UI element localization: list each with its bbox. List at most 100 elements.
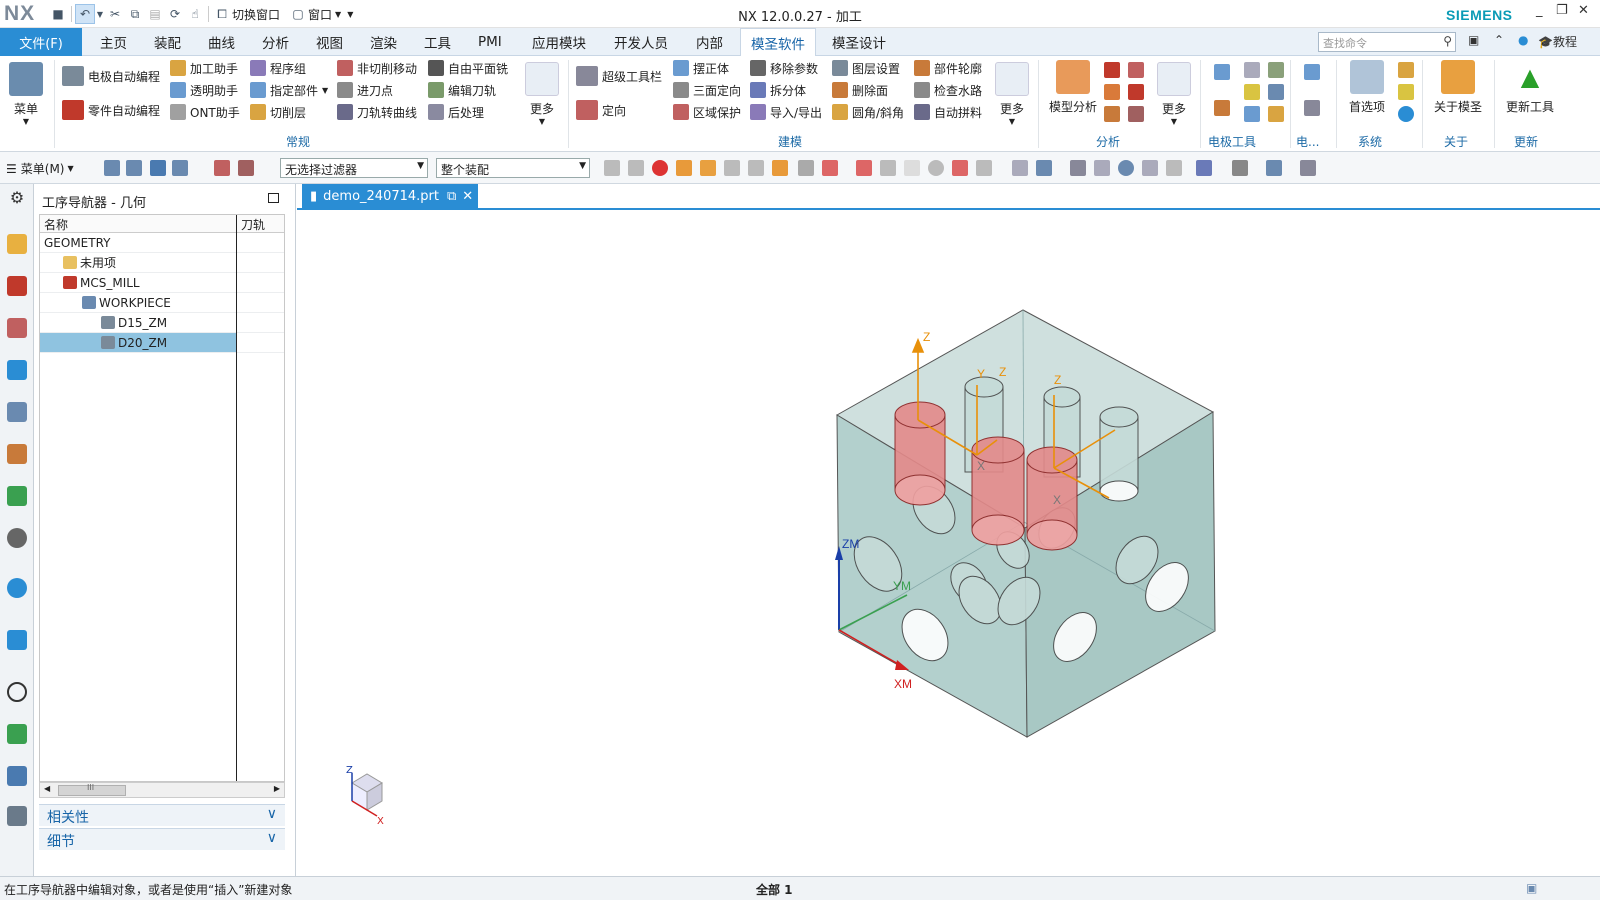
model-view[interactable]: Z Z Z Y X X ZM YM XM Z X [297,210,1600,878]
electrode-tool-icon[interactable] [1268,62,1284,78]
web-browser-icon[interactable] [7,578,27,598]
table-row[interactable]: 未用项 [40,253,284,273]
region-protect-button[interactable]: 区域保护 [673,102,741,122]
tab-mosheng-design[interactable]: 模圣设计 [832,28,886,56]
non-cutting-moves-button[interactable]: 非切削移动 [337,58,417,78]
rotate-icon[interactable] [1118,160,1134,176]
view-tool-icon[interactable] [1012,160,1028,176]
clock-icon[interactable] [7,682,27,702]
column-header-toolpath[interactable]: 刀轨 [237,215,284,233]
import-export-button[interactable]: 导入/导出 [750,102,822,122]
roles-icon[interactable] [7,766,27,786]
snap-icon[interactable] [604,160,620,176]
program-group-button[interactable]: 程序组 [250,58,306,78]
hd3d-tools-icon[interactable] [7,528,27,548]
snap-icon[interactable] [772,160,788,176]
model-analysis-button[interactable]: 模型分析 [1044,60,1102,115]
electrode-auto-program-button[interactable]: 电极自动编程 [62,66,160,86]
reuse-library-icon[interactable] [7,486,27,506]
undock-icon[interactable]: ⧉ [447,189,456,204]
transparent-assistant-button[interactable]: 透明助手 [170,80,238,100]
tab-curve[interactable]: 曲线 [208,28,235,56]
snap-icon[interactable] [904,160,920,176]
straighten-body-button[interactable]: 摆正体 [673,58,729,78]
snap-icon[interactable] [822,160,838,176]
selection-tool-icon[interactable] [238,160,254,176]
analysis-tool-icon[interactable] [1128,106,1144,122]
tab-tools[interactable]: 工具 [424,28,451,56]
snap-icon[interactable] [798,160,814,176]
table-row[interactable]: D20_ZM [40,333,284,353]
constraint-navigator-icon[interactable] [7,276,27,296]
tab-mosheng-software[interactable]: 模圣软件 [740,28,816,57]
check-waterline-button[interactable]: 检查水路 [914,80,982,100]
document-tab[interactable]: ▮ demo_240714.prt ⧉ ✕ [302,184,478,208]
machine-tool-navigator-icon[interactable] [7,402,27,422]
snap-icon[interactable] [700,160,716,176]
view-tool-icon[interactable] [1196,160,1212,176]
stop-icon[interactable] [652,160,668,176]
tab-analysis[interactable]: 分析 [262,28,289,56]
analysis-tool-icon[interactable] [1128,62,1144,78]
view-tool-icon[interactable] [1166,160,1182,176]
machining-feature-navigator-icon[interactable] [7,444,27,464]
part-navigator-icon[interactable] [7,318,27,338]
view-tool-icon[interactable] [1232,160,1248,176]
system-tool-icon[interactable] [1398,62,1414,78]
analysis-tool-icon[interactable] [1104,106,1120,122]
assembly-navigator-icon[interactable] [7,234,27,254]
settings-gear-icon[interactable]: ⚙ [7,188,27,208]
selection-tool-icon[interactable] [172,160,188,176]
electrode-tool-icon[interactable] [1214,100,1230,116]
system-scene-icon[interactable] [7,806,27,826]
snap-icon[interactable] [976,160,992,176]
machining-assistant-button[interactable]: 加工助手 [170,58,238,78]
auto-stock-button[interactable]: 自动拼料 [914,102,982,122]
tutorial-button[interactable]: 🎓教程 [1538,33,1577,50]
view-tool-icon[interactable] [1036,160,1052,176]
electrode-tool-icon[interactable] [1304,64,1320,80]
graphics-window[interactable]: Z Z Z Y X X ZM YM XM Z X [297,208,1600,876]
operation-navigator-icon[interactable] [7,360,27,380]
fillet-chamfer-button[interactable]: 圆角/斜角 [832,102,904,122]
column-header-name[interactable]: 名称 [40,215,236,233]
details-panel[interactable]: 细节 ∨ [39,828,285,850]
help-icon[interactable] [1398,106,1414,122]
snap-icon[interactable] [628,160,644,176]
general-more-button[interactable]: 更多 ▼ [522,62,562,126]
tab-developer[interactable]: 开发人员 [614,28,668,56]
file-menu[interactable]: 文件(F) [0,28,82,56]
snap-icon[interactable] [928,160,944,176]
chevron-down-icon[interactable]: ∨ [267,830,277,846]
scroll-left-icon[interactable]: ◀ [44,784,50,793]
layer-settings-button[interactable]: 图层设置 [832,58,900,78]
close-icon[interactable]: ✕ [1578,3,1589,18]
analysis-tool-icon[interactable] [1104,84,1120,100]
super-toolbar-button[interactable]: 超级工具栏 [576,66,662,86]
help-icon[interactable]: ● [1518,33,1528,47]
electrode-tool-icon[interactable] [1268,84,1284,100]
type-filter-select[interactable]: 无选择过滤器 ▼ [280,158,428,178]
electrode-tool-icon[interactable] [1268,106,1284,122]
search-icon[interactable]: ⚲ [1443,34,1452,48]
analysis-more-button[interactable]: 更多 ▼ [1154,62,1194,126]
part-auto-program-button[interactable]: 零件自动编程 [62,100,160,120]
horizontal-scrollbar[interactable]: ◀ III ▶ [39,782,285,798]
snap-icon[interactable] [952,160,968,176]
menu-big-button[interactable]: 菜单 ▼ [8,62,44,126]
tab-pmi[interactable]: PMI [478,28,502,56]
scroll-right-icon[interactable]: ▶ [274,784,280,793]
table-row[interactable]: D15_ZM [40,313,284,333]
tab-render[interactable]: 渲染 [370,28,397,56]
tab-view[interactable]: 视图 [316,28,343,56]
restore-icon[interactable]: ❐ [1556,3,1568,18]
three-face-orient-button[interactable]: 三面定向 [673,80,741,100]
split-body-button[interactable]: 拆分体 [750,80,806,100]
view-tool-icon[interactable] [1094,160,1110,176]
snap-icon[interactable] [856,160,872,176]
snap-icon[interactable] [880,160,896,176]
mass-kg-icon[interactable] [1104,62,1120,78]
toolpath-to-curve-button[interactable]: 刀轨转曲线 [337,102,417,122]
analysis-tool-icon[interactable] [1128,84,1144,100]
minimize-icon[interactable]: _ [1536,3,1543,18]
